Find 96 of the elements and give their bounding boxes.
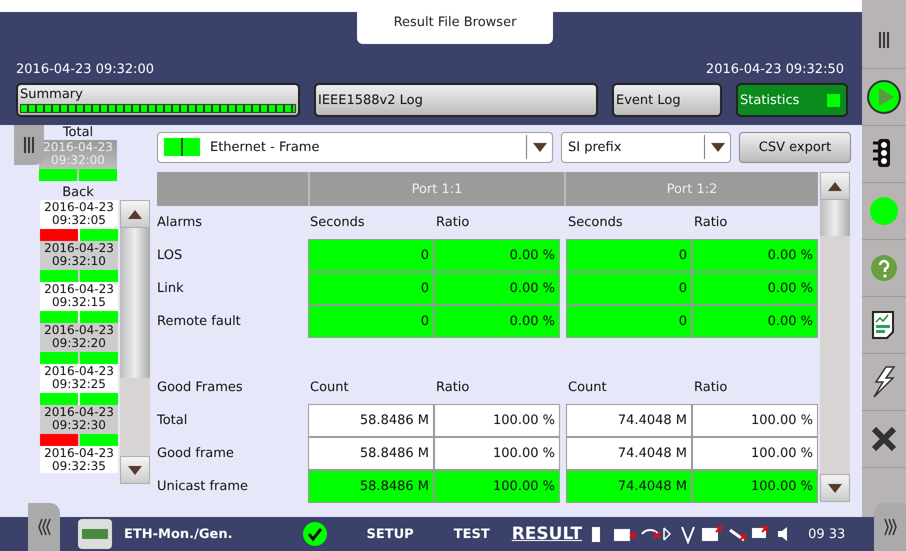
section-title: Alarms xyxy=(157,214,204,232)
table-cell: 0 xyxy=(566,305,692,338)
table-cell: 0 xyxy=(308,239,434,272)
table-cell: 100.00 % xyxy=(434,437,560,470)
play-icon xyxy=(866,79,902,115)
column-header: Seconds xyxy=(309,214,366,232)
row-label: Good frame xyxy=(157,445,235,463)
table-cell: 100.00 % xyxy=(692,404,818,437)
result-tab[interactable]: Event Log xyxy=(612,83,722,117)
table-cell: 58.8486 M xyxy=(308,437,434,470)
total-label: Total xyxy=(62,125,94,140)
lightning-icon xyxy=(872,366,896,398)
row-label: Remote fault xyxy=(157,313,242,331)
units-dropdown[interactable]: SI prefix xyxy=(561,132,731,162)
table-cell: 0.00 % xyxy=(692,239,818,272)
chevrons-left-icon xyxy=(37,518,51,536)
table-cell: 0.00 % xyxy=(692,272,818,305)
table-cell: 0.00 % xyxy=(692,305,818,338)
nav-link[interactable]: TEST xyxy=(454,526,490,542)
column-header: Count xyxy=(309,379,350,397)
table-cell: 0.00 % xyxy=(434,272,560,305)
panel-handle[interactable] xyxy=(14,125,44,165)
right-panel-handle[interactable] xyxy=(874,503,906,551)
nav-link[interactable]: SETUP xyxy=(366,526,414,542)
up-arrow-icon xyxy=(828,182,842,190)
column-header: Seconds xyxy=(567,214,624,232)
table-cell: 100.00 % xyxy=(434,470,560,503)
table-cell: 74.4048 M xyxy=(566,470,692,503)
row-label: Total xyxy=(157,412,188,430)
table-cell: 74.4048 M xyxy=(566,404,692,437)
table-cell: 58.8486 M xyxy=(308,470,434,503)
column-header: Ratio xyxy=(435,379,470,397)
chevrons-right-icon xyxy=(883,518,897,536)
result-tab[interactable]: Statistics xyxy=(736,83,848,117)
history-entry[interactable]: 2016-04-23 09:32:30 xyxy=(40,405,118,446)
table-cell: 0 xyxy=(308,272,434,305)
row-label: Unicast frame xyxy=(157,478,250,496)
table-cell: 0 xyxy=(308,305,434,338)
history-entry[interactable]: 2016-04-23 09:32:35 xyxy=(40,446,118,473)
column-header: Ratio xyxy=(693,214,728,232)
row-label: Link xyxy=(157,280,185,298)
scrollbar[interactable] xyxy=(820,172,850,502)
section-title: Good Frames xyxy=(157,379,244,397)
down-arrow-icon xyxy=(828,484,842,492)
left-panel-handle[interactable] xyxy=(28,503,60,551)
close-icon xyxy=(871,426,897,452)
status-dot-icon xyxy=(869,196,899,226)
end-time: 2016-04-23 09:32:50 xyxy=(706,62,844,77)
port-header: Port 1:2 xyxy=(564,172,818,206)
selected-indicator xyxy=(827,94,840,107)
table-cell: 100.00 % xyxy=(692,437,818,470)
table-cell: 58.8486 M xyxy=(308,404,434,437)
back-label: Back xyxy=(62,185,94,200)
scroll-down-button[interactable] xyxy=(820,474,850,502)
history-entry[interactable]: 2016-04-23 09:32:10 xyxy=(40,241,118,282)
scrollbar[interactable] xyxy=(120,200,150,484)
table-cell: 0 xyxy=(566,272,692,305)
history-entry[interactable]: 2016-04-23 09:32:05 xyxy=(40,200,118,241)
dropdown-arrow-icon xyxy=(710,142,724,152)
table-cell: 0.00 % xyxy=(434,239,560,272)
check-icon xyxy=(302,522,327,546)
up-arrow-icon xyxy=(128,210,142,218)
app-icon xyxy=(78,519,112,549)
table-cell: 0 xyxy=(566,239,692,272)
start-time: 2016-04-23 09:32:00 xyxy=(16,62,154,77)
app-name: ETH-Mon./Gen. xyxy=(124,526,233,542)
help-icon xyxy=(870,254,898,282)
table-cell: 0.00 % xyxy=(434,305,560,338)
scroll-up-button[interactable] xyxy=(120,200,150,228)
history-entry[interactable]: 2016-04-23 09:32:20 xyxy=(40,323,118,364)
scroll-thumb[interactable] xyxy=(120,228,150,378)
column-header: Ratio xyxy=(435,214,470,232)
csv-export-button[interactable]: CSV export xyxy=(739,132,851,162)
history-entry[interactable]: 2016-04-23 09:32:15 xyxy=(40,282,118,323)
row-label: LOS xyxy=(157,247,184,265)
handle-icon xyxy=(23,136,35,154)
dropdown-arrow-icon xyxy=(532,142,546,152)
table-cell: 74.4048 M xyxy=(566,437,692,470)
nav-link[interactable]: RESULT xyxy=(512,524,582,544)
result-tab[interactable]: Summary xyxy=(16,83,300,117)
scroll-down-button[interactable] xyxy=(120,456,150,484)
column-header: Count xyxy=(567,379,608,397)
handle-icon xyxy=(878,31,890,49)
down-arrow-icon xyxy=(128,466,142,474)
column-header: Ratio xyxy=(693,379,728,397)
report-icon xyxy=(871,310,897,340)
table-cell: 100.00 % xyxy=(692,470,818,503)
history-entry[interactable]: 2016-04-23 09:32:25 xyxy=(40,364,118,405)
scroll-up-button[interactable] xyxy=(820,172,850,200)
clock: 09 33 xyxy=(808,526,846,542)
scroll-thumb[interactable] xyxy=(820,200,850,236)
frame-icon xyxy=(164,138,200,156)
category-dropdown[interactable]: Ethernet - Frame xyxy=(157,132,553,162)
table-cell: 100.00 % xyxy=(434,404,560,437)
result-tab[interactable]: IEEE1588v2 Log xyxy=(314,83,598,117)
port-header: Port 1:1 xyxy=(308,172,564,206)
